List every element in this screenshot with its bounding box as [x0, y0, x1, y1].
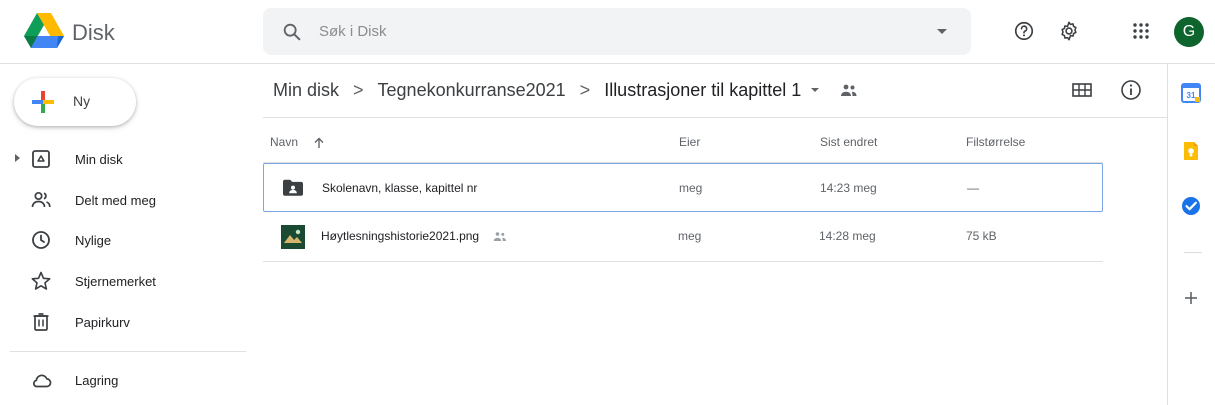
file-size: — — [967, 181, 979, 195]
expand-arrow-icon[interactable] — [15, 154, 20, 162]
drive-logo-icon[interactable] — [24, 13, 64, 49]
column-header-label: Navn — [270, 135, 299, 149]
settings-button[interactable] — [1056, 18, 1082, 44]
file-modified: 14:28 meg — [819, 229, 876, 243]
new-button[interactable]: Ny — [14, 78, 136, 126]
settings-icon — [1061, 21, 1077, 41]
arrow-up-icon[interactable] — [313, 137, 325, 149]
file-name[interactable]: Skolenavn, klasse, kapittel nr — [322, 181, 477, 195]
sidebar-item-my-drive[interactable]: Min disk — [0, 141, 248, 177]
plus-icon — [32, 91, 54, 113]
table-row[interactable]: Skolenavn, klasse, kapittel nr meg 14:23… — [263, 163, 1103, 212]
shared-folder-icon — [283, 179, 303, 196]
grid-view-icon[interactable] — [1070, 78, 1094, 102]
file-size: 75 kB — [966, 229, 997, 243]
table-row[interactable]: Høytlesningshistorie2021.png meg 14:28 m… — [263, 212, 1103, 261]
sidebar-item-label: Stjernemerket — [75, 274, 156, 289]
shared-people-icon — [494, 232, 507, 242]
breadcrumb-item-my-drive[interactable]: Min disk — [273, 80, 339, 101]
search-bar[interactable] — [263, 8, 971, 55]
my-drive-icon — [32, 150, 50, 168]
info-icon[interactable] — [1119, 78, 1143, 102]
search-options-icon[interactable] — [937, 29, 947, 34]
trash-icon — [33, 313, 49, 331]
apps-button[interactable] — [1128, 18, 1154, 44]
help-icon — [1014, 21, 1034, 41]
calendar-icon[interactable]: 31 — [1180, 82, 1202, 104]
breadcrumb-separator: > — [579, 79, 591, 100]
apps-grid-icon — [1133, 23, 1149, 39]
column-header-size[interactable]: Filstørrelse — [966, 135, 1025, 149]
row-divider — [263, 261, 1103, 262]
tasks-icon[interactable] — [1180, 195, 1202, 217]
column-header-name[interactable]: Navn — [270, 135, 325, 149]
product-name[interactable]: Disk — [72, 20, 115, 46]
file-owner: meg — [678, 229, 702, 243]
sidebar-item-label: Min disk — [75, 152, 123, 167]
sidebar-item-shared[interactable]: Delt med meg — [0, 182, 248, 218]
avatar[interactable]: G — [1174, 17, 1204, 47]
sidebar-item-label: Papirkurv — [75, 315, 130, 330]
sidebar-item-starred[interactable]: Stjernemerket — [0, 263, 248, 299]
new-button-label: Ny — [73, 93, 91, 109]
search-input[interactable] — [319, 18, 899, 45]
sidebar-item-label: Delt med meg — [75, 193, 156, 208]
sidebar-item-storage[interactable]: Lagring — [0, 362, 248, 398]
image-thumbnail-icon — [281, 225, 305, 249]
shared-people-icon — [841, 84, 857, 96]
side-panel: 31 — [1167, 64, 1215, 405]
side-panel-divider — [1184, 252, 1202, 253]
chevron-down-icon[interactable] — [811, 88, 820, 92]
search-icon[interactable] — [281, 21, 303, 43]
column-header-modified[interactable]: Sist endret — [820, 135, 877, 149]
sidebar-item-label: Nylige — [75, 233, 112, 248]
breadcrumb: Min disk > Tegnekonkurranse2021 > Illust… — [273, 78, 859, 102]
keep-icon[interactable] — [1180, 140, 1202, 162]
clock-icon — [32, 231, 50, 249]
breadcrumb-item-current[interactable]: Illustrasjoner til kapittel 1 — [604, 80, 801, 101]
add-icon[interactable] — [1180, 287, 1202, 309]
file-name[interactable]: Høytlesningshistorie2021.png — [321, 229, 479, 243]
top-bar: Disk G — [0, 0, 1215, 64]
star-icon — [31, 271, 51, 290]
shared-people-icon — [31, 191, 51, 208]
file-owner: meg — [679, 181, 703, 195]
breadcrumb-separator: > — [353, 79, 364, 100]
toolbar-divider — [263, 117, 1168, 118]
svg-text:31: 31 — [1187, 91, 1196, 100]
file-modified: 14:23 meg — [820, 181, 877, 195]
breadcrumb-item-folder[interactable]: Tegnekonkurranse2021 — [378, 80, 566, 101]
column-header-owner[interactable]: Eier — [679, 135, 700, 149]
sidebar-divider — [10, 351, 246, 352]
file-name-container: Høytlesningshistorie2021.png — [321, 229, 508, 243]
sidebar-item-trash[interactable]: Papirkurv — [0, 304, 248, 340]
help-button[interactable] — [1011, 18, 1037, 44]
sidebar-item-recent[interactable]: Nylige — [0, 222, 248, 258]
sidebar-item-label: Lagring — [75, 373, 119, 388]
cloud-icon — [33, 374, 52, 388]
